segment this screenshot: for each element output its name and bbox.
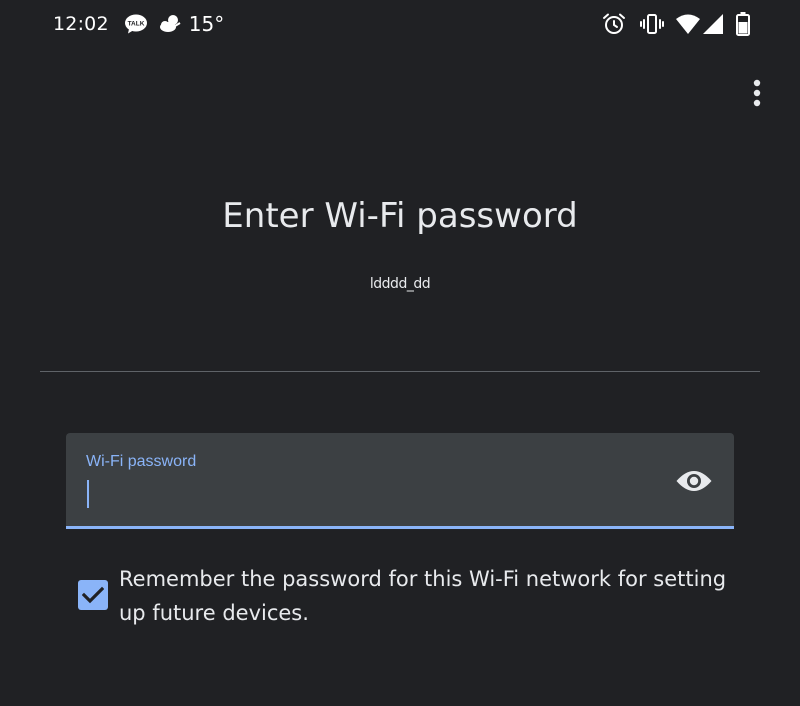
vibrate-icon — [640, 14, 664, 34]
wifi-password-field[interactable]: Wi-Fi password — [66, 433, 734, 529]
remember-password-row: Remember the password for this Wi-Fi net… — [78, 562, 758, 630]
more-options-button[interactable] — [740, 76, 774, 110]
weather-icon — [159, 15, 181, 32]
status-bar: 12:02 TALK 15° — [0, 0, 800, 48]
eye-icon — [676, 471, 712, 491]
checkmark-icon — [82, 586, 104, 604]
signal-icon — [703, 14, 723, 34]
status-temperature: 15° — [188, 12, 225, 36]
status-bar-left: 12:02 TALK 15° — [53, 12, 224, 36]
wifi-password-input[interactable] — [86, 479, 646, 509]
divider — [40, 371, 760, 372]
status-time: 12:02 — [53, 13, 109, 35]
remember-password-label: Remember the password for this Wi-Fi net… — [119, 567, 727, 625]
wifi-password-label: Wi-Fi password — [86, 453, 197, 470]
kakaotalk-icon: TALK — [124, 14, 147, 34]
text-cursor — [87, 480, 89, 508]
show-password-button[interactable] — [672, 461, 716, 501]
more-vert-icon — [753, 79, 761, 107]
remember-password-checkbox[interactable] — [78, 580, 108, 610]
wifi-icon — [676, 14, 700, 34]
wifi-password-screen: 12:02 TALK 15° Enter Wi-Fi password lddd… — [0, 0, 800, 706]
alarm-icon — [603, 13, 625, 34]
network-name: ldddd_dd — [369, 276, 431, 292]
status-bar-right — [602, 12, 750, 36]
page-title: Enter Wi-Fi password — [222, 196, 578, 236]
svg-text:TALK: TALK — [127, 21, 144, 28]
battery-icon — [736, 12, 750, 36]
